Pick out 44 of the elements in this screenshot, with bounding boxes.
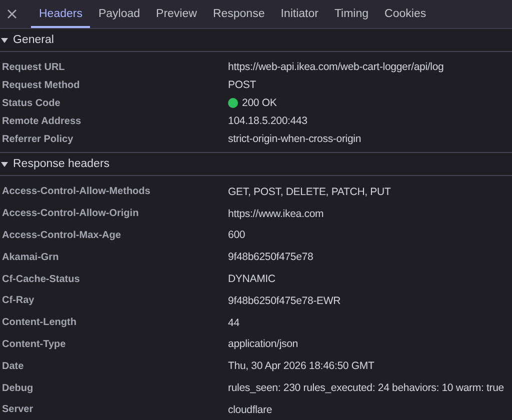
header-name: Request Method [1, 80, 81, 90]
header-value: 9f48b6250f475e78 [228, 251, 314, 264]
header-name: Date [1, 360, 25, 372]
section-header[interactable]: General [0, 29, 512, 52]
header-name: Status Code [1, 98, 62, 108]
triangle-icon[interactable] [1, 36, 8, 44]
header-value: 104.18.5.200:443 [228, 115, 308, 127]
header-value: rules_seen: 230 rules_executed: 24 behaviors: 10 warm: true [228, 382, 504, 394]
header-value: https://www.ikea.com [228, 208, 324, 220]
triangle-icon[interactable] [1, 160, 8, 168]
tab[interactable]: Initiator [272, 2, 326, 28]
header-name: Cf-Ray [1, 295, 36, 306]
header-name: Request URL [1, 62, 66, 72]
header-value: GET, POST, DELETE, PATCH, PUT [228, 186, 391, 198]
close-icon[interactable] [7, 9, 17, 19]
header-value: DYNAMIC [228, 273, 276, 286]
section-header[interactable]: Response headers [0, 153, 512, 176]
header-name: Access-Control-Allow-Origin [1, 208, 140, 220]
header-value: 9f48b6250f475e78-EWR [228, 294, 341, 307]
header-name: Content-Length [1, 317, 78, 328]
header-name: Remote Address [1, 116, 82, 126]
tab[interactable]: Payload [90, 2, 148, 28]
header-value: strict-origin-when-cross-origin [228, 133, 362, 145]
tab[interactable]: Response [204, 2, 273, 28]
header-value: cloudflare [228, 404, 272, 416]
header-value: https://web-api.ikea.com/web-cart-logger/api/log [228, 61, 444, 73]
header-name: Cf-Cache-Status [1, 274, 81, 285]
header-value: application/json [228, 338, 298, 350]
tab[interactable]: Headers [31, 2, 90, 28]
tab[interactable]: Preview [148, 2, 205, 28]
header-name: Akamai-Grn [1, 252, 60, 263]
header-name: Access-Control-Allow-Methods [1, 186, 152, 198]
header-value: 600 [228, 229, 246, 242]
tab[interactable]: Timing [326, 2, 377, 28]
header-name: Content-Type [1, 338, 67, 350]
header-value: 200 OK [242, 97, 277, 109]
header-value: Thu, 30 Apr 2026 18:46:50 GMT [228, 360, 374, 372]
header-value: 44 [228, 316, 240, 329]
header-name: Access-Control-Max-Age [1, 230, 122, 241]
tab[interactable]: Cookies [376, 2, 434, 28]
header-name: Debug [1, 382, 34, 394]
header-name: Server [1, 404, 34, 416]
header-name: Referrer Policy [1, 134, 74, 144]
header-value: POST [228, 79, 256, 91]
